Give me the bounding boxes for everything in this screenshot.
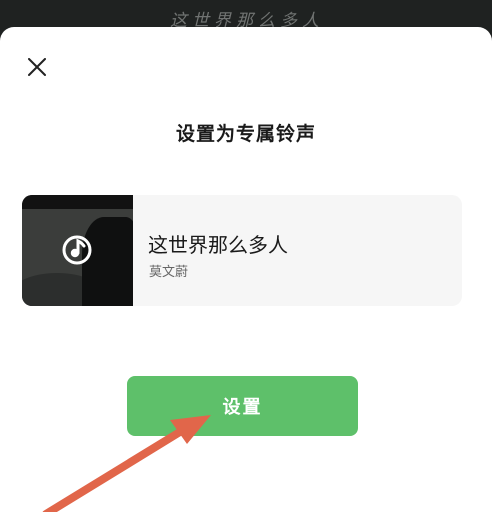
song-artist: 莫文蔚 [149,265,189,280]
set-ringtone-button[interactable]: 设置 [127,376,358,436]
music-play-icon[interactable] [60,233,94,267]
album-cover [22,195,133,306]
close-button[interactable] [22,52,52,82]
dialog-title: 设置为专属铃声 [175,123,316,145]
song-card[interactable]: 这世界那么多人 莫文蔚 [22,195,462,306]
song-title: 这世界那么多人 [148,233,288,257]
close-icon [28,58,46,76]
cover-topbar [22,195,133,209]
